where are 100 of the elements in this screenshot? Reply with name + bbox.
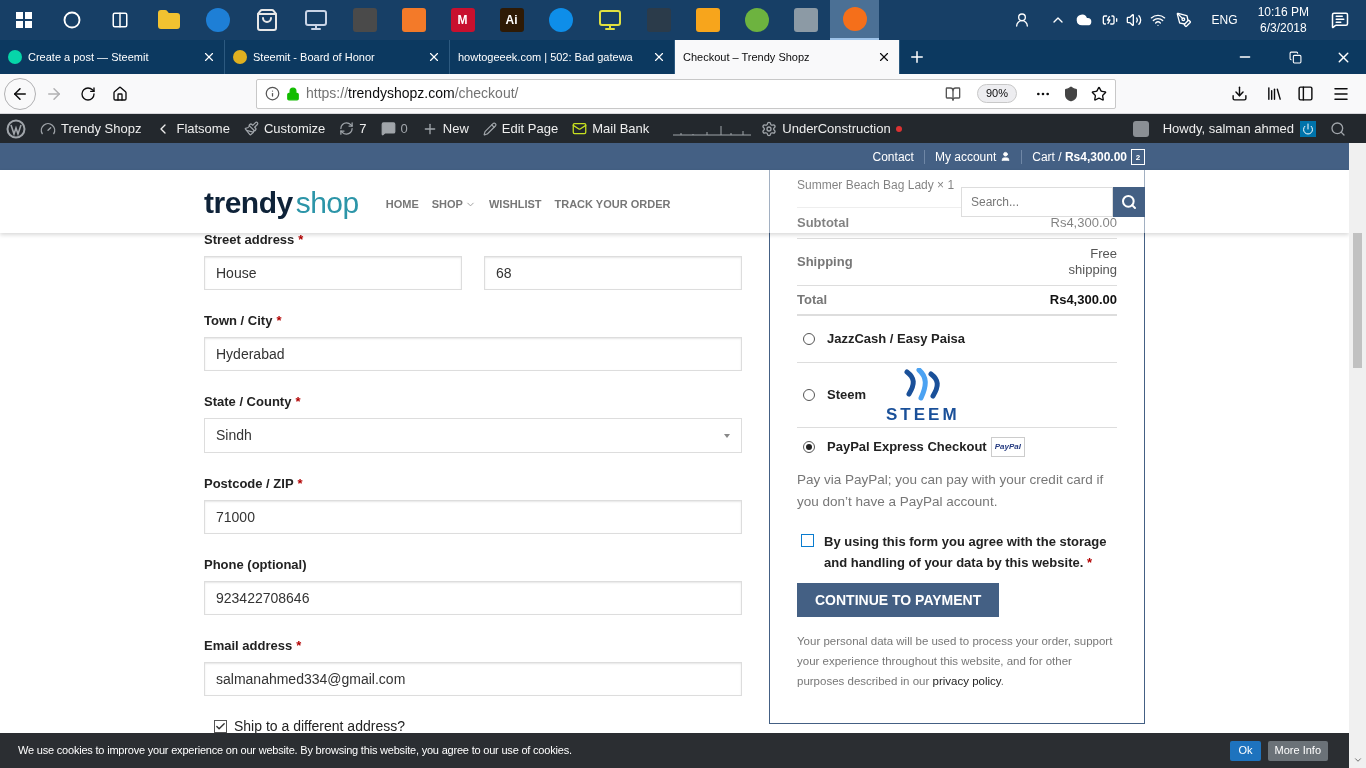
admin-bar-link[interactable]: New <box>442 118 469 139</box>
pen-icon[interactable] <box>1175 12 1192 28</box>
account-greeting[interactable]: Howdy, salman ahmed <box>1162 118 1294 139</box>
power-icon[interactable] <box>1300 120 1316 137</box>
more-info-button[interactable]: More Info <box>1267 740 1328 761</box>
browser-tab[interactable]: Checkout – Trendy Shopz <box>675 40 900 74</box>
admin-bar-link[interactable]: Flatsome <box>176 118 230 139</box>
shield-icon[interactable] <box>1063 85 1079 102</box>
input-field[interactable]: 68 <box>484 256 742 290</box>
close-icon[interactable] <box>652 50 666 64</box>
tab-title: Checkout – Trendy Shopz <box>683 49 811 65</box>
mail-icon <box>572 121 588 136</box>
admin-bar-link[interactable]: UnderConstruction <box>782 118 891 139</box>
order-item: Summer Beach Bag Lady × 1 <box>797 176 955 194</box>
notification-icon[interactable] <box>1331 11 1349 29</box>
zoom-indicator[interactable]: 90% <box>976 84 1017 103</box>
nav-link[interactable]: SHOP <box>431 196 463 213</box>
clock-date[interactable]: 6/3/2018 <box>1259 20 1307 36</box>
admin-bar-link[interactable]: Trendy Shopz <box>61 118 142 139</box>
cart-link[interactable]: Cart / Rs4,300.00 <box>1032 147 1127 166</box>
user-icon <box>1000 151 1012 162</box>
checkbox[interactable] <box>801 534 814 547</box>
refresh-icon <box>339 121 355 136</box>
field-label: Email address <box>204 637 293 655</box>
privacy-policy-link[interactable]: privacy policy <box>932 675 1001 687</box>
restore-icon[interactable] <box>1288 50 1302 64</box>
summary-label: Subtotal <box>797 214 849 233</box>
site-logo[interactable]: trendyshop <box>204 187 359 218</box>
new-tab-icon[interactable] <box>908 48 926 66</box>
language-indicator[interactable]: ENG <box>1211 11 1238 29</box>
search-icon[interactable] <box>1330 120 1346 137</box>
consent-label: By using this form you agree with the storage and handling of your data by this website. * <box>824 533 1108 572</box>
cloud-icon[interactable] <box>1075 12 1092 28</box>
input-field[interactable]: Hyderabad <box>204 337 742 371</box>
field-label: Street address <box>204 231 295 249</box>
input-field[interactable]: 71000 <box>204 500 742 534</box>
payment-description: Pay via PayPal; you can pay with your credit card if you don’t have a PayPal account. <box>797 471 1105 511</box>
cart-count[interactable]: 2 <box>1131 148 1145 165</box>
input-field[interactable]: House <box>204 256 462 290</box>
scrollbar[interactable] <box>1349 143 1366 768</box>
library-icon[interactable] <box>1266 85 1283 102</box>
windows-logo-icon <box>16 12 32 28</box>
app-tile-icon: Ai <box>499 8 524 32</box>
input-field[interactable]: salmanahmed334@gmail.com <box>204 662 742 696</box>
top-bar-link[interactable]: My account <box>934 147 997 166</box>
required-mark: * <box>295 393 301 411</box>
paypal-badge: PayPal <box>990 436 1025 457</box>
ok-button[interactable]: Ok <box>1230 740 1261 761</box>
info-icon <box>265 86 280 101</box>
battery-icon[interactable] <box>1101 12 1118 28</box>
download-icon[interactable] <box>1231 85 1248 102</box>
search-button[interactable] <box>1113 186 1145 217</box>
nav-link[interactable]: HOME <box>385 196 419 213</box>
sidebar-icon[interactable] <box>1297 85 1314 102</box>
radio-button[interactable] <box>803 333 815 345</box>
home-icon[interactable] <box>112 85 128 102</box>
tab-title: Create a post — Steemit <box>28 49 150 65</box>
admin-bar-link[interactable]: Edit Page <box>501 118 559 139</box>
wifi-icon[interactable] <box>1149 12 1166 28</box>
payment-method-label: Steem <box>827 386 867 405</box>
gear-icon <box>761 120 778 137</box>
reader-view-icon[interactable] <box>944 85 961 102</box>
nav-link[interactable]: WISHLIST <box>488 196 542 213</box>
top-bar-link[interactable]: Contact <box>872 147 914 166</box>
address-bar[interactable]: https://trendyshopz.com/checkout/ 90% <box>256 78 1116 109</box>
continue-button[interactable]: CONTINUE TO PAYMENT <box>797 583 1000 617</box>
taskbar-button[interactable] <box>830 0 879 40</box>
summary-value: Free shipping <box>1067 246 1117 278</box>
admin-bar-link[interactable]: Mail Bank <box>592 118 650 139</box>
cookie-message: We use cookies to improve your experience on our website. By browsing this website, you agree to our use of cookies. <box>18 743 572 759</box>
reload-icon[interactable] <box>80 85 96 102</box>
lock-icon <box>286 86 300 101</box>
admin-bar-link[interactable]: 0 <box>400 118 408 139</box>
select-field[interactable]: Sindh <box>204 418 742 453</box>
scrollbar-thumb[interactable] <box>1353 233 1362 368</box>
wordpress-logo-icon[interactable] <box>6 118 26 139</box>
payment-method-label: JazzCash / Easy Paisa <box>827 330 966 349</box>
nav-link[interactable]: TRACK YOUR ORDER <box>554 196 671 213</box>
checkbox[interactable] <box>214 720 227 733</box>
search-field[interactable]: Search... <box>961 186 1113 217</box>
radio-button[interactable] <box>803 389 815 401</box>
summary-value: Rs4,300.00 <box>1049 291 1117 310</box>
volume-icon[interactable] <box>1125 12 1142 28</box>
close-icon[interactable] <box>202 50 216 64</box>
admin-bar-link[interactable]: 7 <box>359 118 367 139</box>
scroll-down-icon[interactable] <box>1352 755 1363 765</box>
star-icon[interactable] <box>1091 85 1107 102</box>
required-mark: * <box>276 312 282 330</box>
admin-bar-link[interactable]: Customize <box>263 118 326 139</box>
privacy-notice: Your personal data will be used to process your order, support your experience throughout this website, and for other purposes described in our privacy policy. <box>797 634 1114 689</box>
people-icon[interactable] <box>1013 12 1030 28</box>
tab-title: Steemit - Board of Honor <box>253 49 376 65</box>
close-icon[interactable] <box>877 50 891 64</box>
clock-time[interactable]: 10:16 PM <box>1257 4 1309 20</box>
required-mark: * <box>297 475 303 493</box>
close-icon[interactable] <box>427 50 441 64</box>
field-label: Town / City <box>204 312 273 330</box>
field-label: State / County <box>204 393 292 411</box>
radio-button[interactable] <box>803 440 815 453</box>
input-field[interactable]: 923422708646 <box>204 581 742 615</box>
